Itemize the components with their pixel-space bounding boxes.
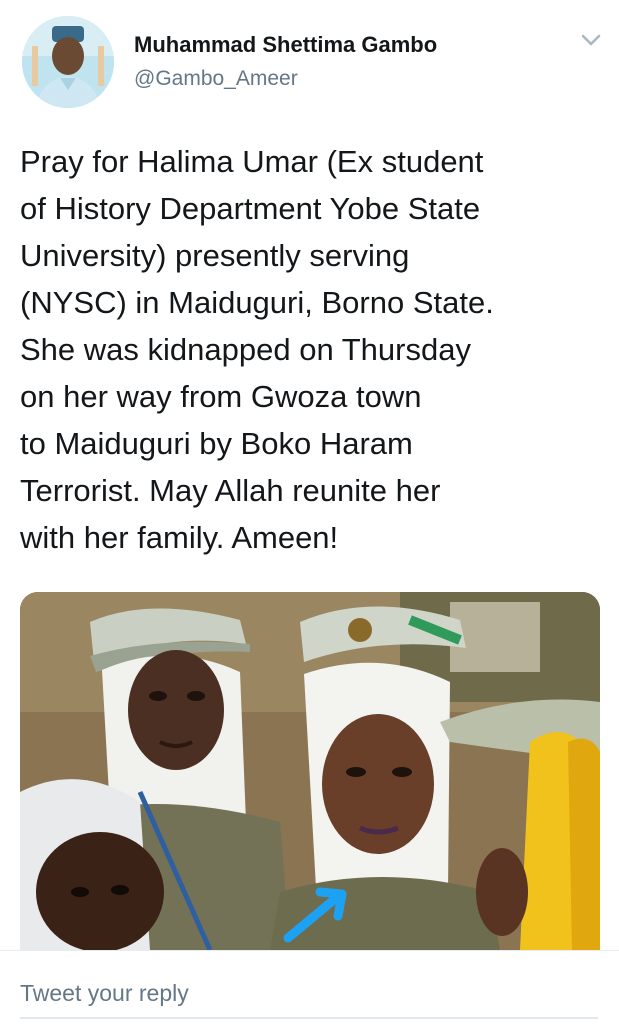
tweet-text-line: Terrorist. May Allah reunite her (20, 473, 441, 508)
tweet-text-line: University) presently serving (20, 238, 410, 273)
tweet-text-line: with her family. Ameen! (20, 520, 339, 555)
reply-bar (0, 950, 619, 1024)
user-info[interactable]: Muhammad Shettima Gambo @Gambo_Ameer (134, 30, 437, 94)
tweet-text-line: on her way from Gwoza town (20, 379, 422, 414)
tweet-text: Pray for Halima Umar (Ex student of Hist… (20, 138, 610, 561)
tweet-photo[interactable] (20, 592, 600, 950)
tweet-card: Muhammad Shettima Gambo @Gambo_Ameer Pra… (0, 0, 619, 1024)
user-handle[interactable]: @Gambo_Ameer (134, 64, 437, 94)
avatar-photo (22, 16, 114, 108)
tweet-header: Muhammad Shettima Gambo @Gambo_Ameer (0, 0, 619, 120)
chevron-down-icon[interactable] (576, 28, 606, 52)
tweet-text-line: Pray for Halima Umar (Ex student (20, 144, 484, 179)
avatar[interactable] (22, 16, 114, 108)
tweet-text-line: to Maiduguri by Boko Haram (20, 426, 413, 461)
reply-input[interactable] (20, 973, 598, 1013)
reply-input-underline (20, 1017, 598, 1019)
display-name[interactable]: Muhammad Shettima Gambo (134, 30, 437, 60)
tweet-text-line: (NYSC) in Maiduguri, Borno State. (20, 285, 494, 320)
attached-photo (20, 592, 600, 950)
tweet-text-line: She was kidnapped on Thursday (20, 332, 471, 367)
tweet-text-line: of History Department Yobe State (20, 191, 481, 226)
